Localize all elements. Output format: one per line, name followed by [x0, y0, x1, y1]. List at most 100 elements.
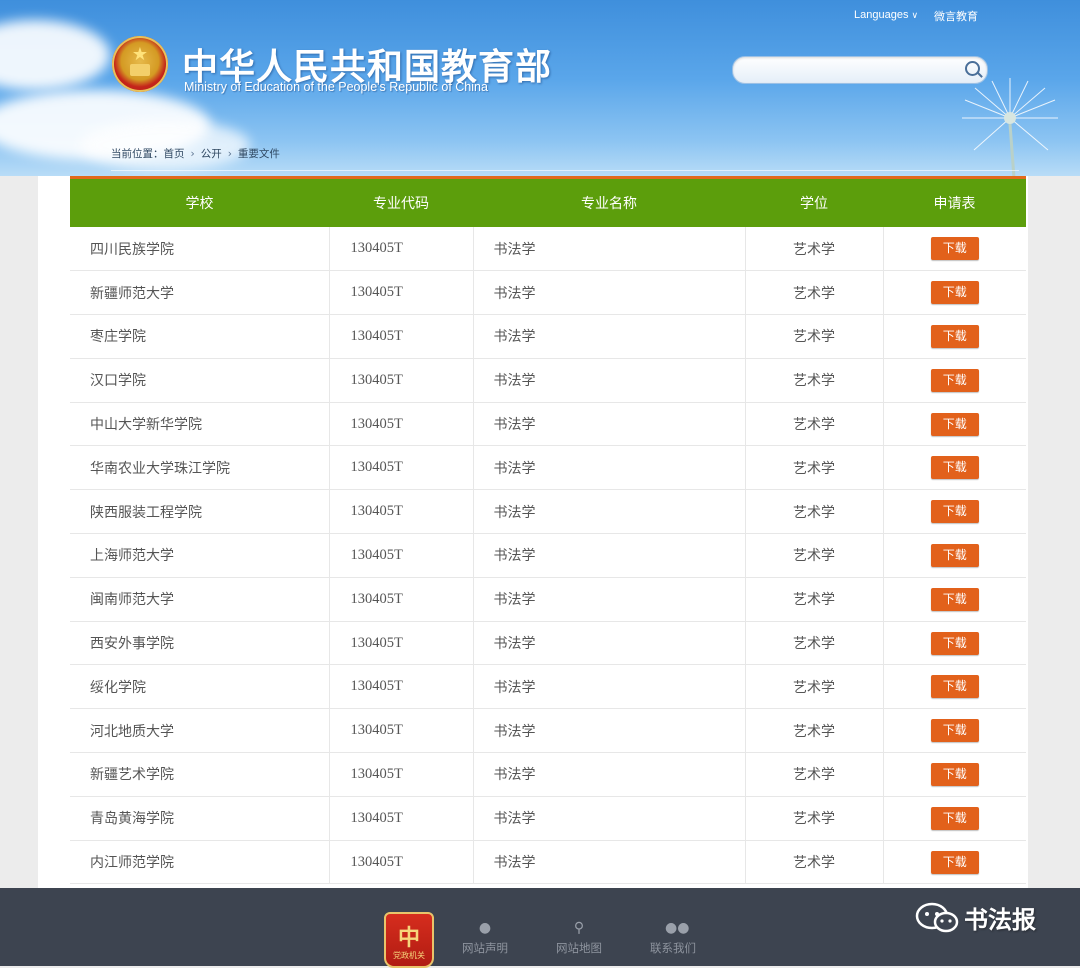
school-cell: 汉口学院	[70, 358, 330, 403]
table-row: 枣庄学院 130405T 书法学 艺术学 下载	[70, 314, 1026, 359]
code-cell: 130405T	[329, 489, 474, 535]
footer-link-contact[interactable]: ●● 联系我们	[650, 920, 696, 956]
search-icon[interactable]	[965, 61, 980, 76]
watermark-text: 书法报	[964, 906, 1036, 934]
major-cell: 书法学	[473, 840, 746, 885]
table-row: 陕西服装工程学院 130405T 书法学 艺术学 下载	[70, 489, 1026, 535]
download-button[interactable]: 下载	[930, 456, 979, 480]
footer-link-statement[interactable]: ● 网站声明	[462, 920, 508, 956]
header-major: 专业名称	[581, 196, 637, 212]
major-cell: 书法学	[473, 752, 746, 797]
school-cell: 闽南师范大学	[70, 577, 330, 622]
code-cell: 130405T	[329, 752, 474, 797]
download-button[interactable]: 下载	[930, 675, 979, 699]
code-cell: 130405T	[329, 358, 474, 403]
degree-cell: 艺术学	[745, 796, 884, 841]
watermark: 书法报	[914, 900, 1064, 936]
breadcrumb: 当前位置：首页 › 公开 › 重要文件	[111, 146, 280, 161]
breadcrumb-prefix: 当前位置：	[111, 148, 164, 160]
major-list-table: 学校 专业代码 专业名称 学位 申请表 四川民族学院 130405T 书法学 艺术学下…	[70, 179, 1026, 885]
table-header-row: 学校 专业代码 专业名称 学位 申请表	[70, 179, 1026, 227]
degree-cell: 艺术学	[745, 533, 884, 578]
download-button[interactable]: 下载	[930, 281, 979, 305]
download-button[interactable]: 下载	[930, 500, 979, 524]
breadcrumb-documents[interactable]: 重要文件	[238, 146, 280, 161]
footer-link-label: 网站地图	[556, 941, 602, 955]
degree-cell: 艺术学	[745, 489, 884, 535]
download-button[interactable]: 下载	[930, 806, 979, 830]
search-input[interactable]	[743, 61, 947, 81]
languages-dropdown[interactable]: Languages ∨	[854, 9, 918, 21]
school-cell: 枣庄学院	[70, 314, 330, 359]
school-cell: 西安外事学院	[70, 621, 330, 666]
download-cell: 下载	[883, 796, 1026, 841]
major-cell: 书法学	[473, 708, 746, 754]
download-button[interactable]: 下载	[930, 368, 979, 392]
chevron-right-icon: ›	[227, 148, 232, 160]
site-header: ★ 中华人民共和国教育部 Ministry of Education of th…	[0, 0, 1080, 176]
table-row: 新疆艺术学院 130405T 书法学 艺术学 下载	[70, 752, 1026, 797]
download-button[interactable]: 下载	[930, 237, 979, 261]
school-cell: 内江师范学院	[70, 840, 330, 885]
degree-cell: 艺术学	[745, 840, 884, 885]
school-cell: 青岛黄海学院	[70, 796, 330, 841]
download-cell: 下载	[883, 752, 1026, 797]
national-emblem-icon[interactable]: ★	[112, 36, 168, 92]
download-button[interactable]: 下载	[930, 587, 979, 611]
degree-cell: 艺术学	[745, 358, 884, 403]
degree-cell: 艺术学	[745, 708, 884, 754]
degree-cell: 艺术学	[745, 577, 884, 622]
major-cell: 书法学	[473, 621, 746, 666]
badge-glyph: 中	[397, 926, 420, 951]
download-button[interactable]: 下载	[930, 412, 979, 436]
table-row: 河北地质大学 130405T 书法学 艺术学 下载	[70, 708, 1026, 754]
code-cell: 130405T	[329, 621, 474, 666]
header-degree: 学位	[800, 196, 828, 212]
major-cell: 书法学	[473, 227, 746, 272]
school-cell: 陕西服装工程学院	[70, 489, 330, 535]
header-school: 学校	[185, 196, 214, 212]
degree-cell: 艺术学	[745, 402, 884, 447]
major-cell: 书法学	[473, 445, 746, 491]
code-cell: 130405T	[329, 227, 474, 272]
dandelion-decoration	[962, 78, 1058, 176]
table-row: 四川民族学院 130405T 书法学 艺术学 下载	[70, 227, 1026, 272]
code-cell: 130405T	[329, 840, 474, 885]
school-cell: 新疆师范大学	[70, 270, 330, 316]
download-button[interactable]: 下载	[930, 850, 979, 874]
search-box	[732, 56, 988, 84]
major-cell: 书法学	[473, 664, 746, 710]
table-row: 闽南师范大学 130405T 书法学 艺术学 下载	[70, 577, 1026, 622]
download-cell: 下载	[883, 270, 1026, 316]
code-cell: 130405T	[329, 445, 474, 491]
download-cell: 下载	[883, 227, 1026, 272]
weiyan-link[interactable]: 微言教育	[934, 8, 978, 24]
breadcrumb-home[interactable]: 首页	[164, 146, 185, 161]
degree-cell: 艺术学	[745, 314, 884, 359]
breadcrumb-public[interactable]: 公开	[201, 146, 222, 161]
major-cell: 书法学	[473, 489, 746, 535]
download-button[interactable]: 下载	[930, 762, 979, 786]
school-cell: 中山大学新华学院	[70, 402, 330, 447]
download-button[interactable]: 下载	[930, 719, 979, 743]
footer-link-sitemap[interactable]: ⚲ 网站地图	[556, 920, 602, 956]
download-button[interactable]: 下载	[930, 543, 979, 567]
government-badge[interactable]: 中 党政机关	[384, 912, 434, 968]
table-row: 西安外事学院 130405T 书法学 艺术学 下载	[70, 621, 1026, 666]
download-cell: 下载	[883, 621, 1026, 666]
download-button[interactable]: 下载	[930, 631, 979, 655]
header-form: 申请表	[933, 196, 976, 212]
table-row: 汉口学院 130405T 书法学 艺术学 下载	[70, 358, 1026, 403]
degree-cell: 艺术学	[745, 270, 884, 316]
footer-link-label: 联系我们	[650, 941, 696, 955]
major-cell: 书法学	[473, 270, 746, 316]
table-row: 上海师范大学 130405T 书法学 艺术学 下载	[70, 533, 1026, 578]
languages-label: Languages	[854, 9, 909, 21]
header-code: 专业代码	[373, 196, 429, 212]
school-cell: 华南农业大学珠江学院	[70, 445, 330, 491]
code-cell: 130405T	[329, 533, 474, 578]
major-cell: 书法学	[473, 402, 746, 447]
site-title-en[interactable]: Ministry of Education of the People's Re…	[184, 80, 488, 94]
cloud-decoration	[80, 120, 250, 170]
download-button[interactable]: 下载	[930, 324, 979, 348]
